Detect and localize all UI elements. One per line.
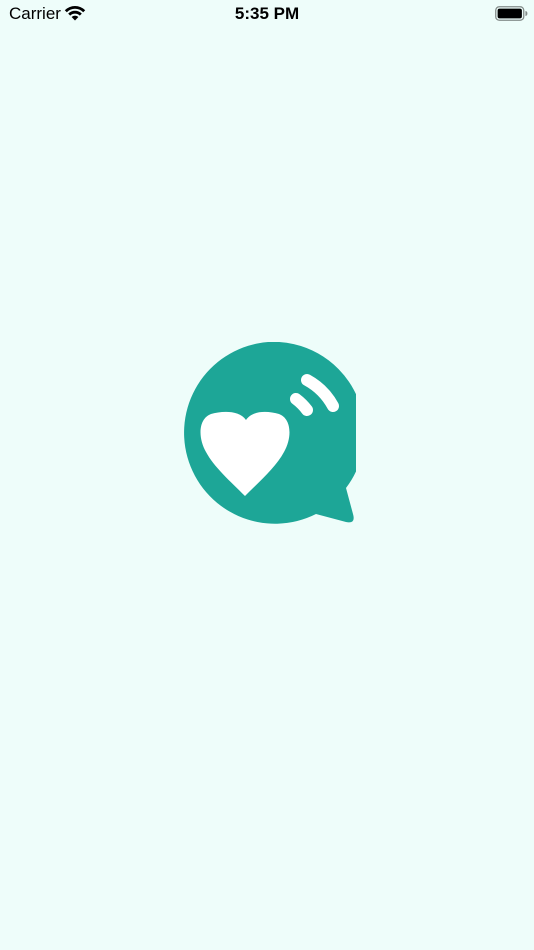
battery-icon	[495, 6, 528, 21]
clock: 5:35 PM	[234, 4, 300, 23]
chat-bubble-heart-logo	[184, 342, 356, 524]
status-bar: Carrier 5:35 PM	[0, 0, 534, 30]
